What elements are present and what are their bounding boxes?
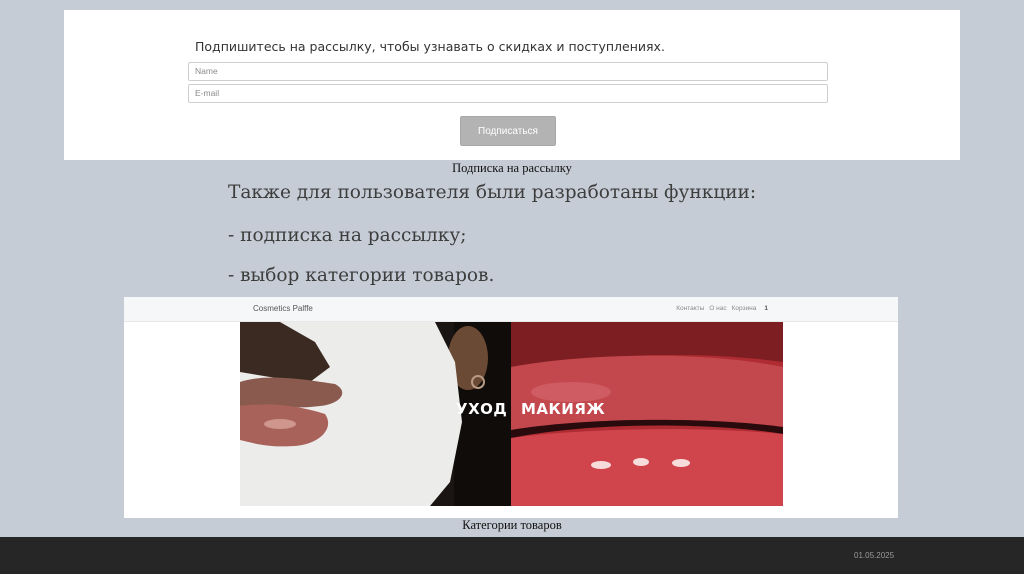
subscribe-heading: Подпишитесь на рассылку, чтобы узнавать …	[195, 39, 665, 54]
categories-panel: Cosmetics Palffe Контакты О нас Корзина …	[124, 297, 898, 518]
care-label: УХОД	[456, 400, 508, 418]
nav-link-contacts[interactable]: Контакты	[676, 305, 704, 312]
category-tile-care[interactable]: УХОД	[240, 322, 511, 506]
brand-logo-text[interactable]: Cosmetics Palffe	[253, 304, 313, 313]
functions-intro: Также для пользователя были разработаны …	[228, 182, 757, 203]
categories-caption: Категории товаров	[462, 518, 562, 532]
category-tile-makeup[interactable]: МАКИЯЖ	[511, 322, 783, 506]
site-navbar: Cosmetics Palffe Контакты О нас Корзина …	[124, 297, 898, 322]
subscribe-button[interactable]: Подписаться	[460, 116, 556, 146]
cart-count-badge: 1	[764, 305, 768, 312]
nav-links: Контакты О нас Корзина 1	[676, 305, 768, 312]
slide-footer: 01.05.2025	[0, 537, 1024, 574]
email-field[interactable]: E-mail	[188, 84, 828, 103]
subscribe-caption: Подписка на рассылку	[452, 161, 572, 175]
function-subscribe: - подписка на рассылку;	[228, 225, 467, 246]
nav-link-cart[interactable]: Корзина	[732, 305, 757, 312]
subscribe-form-panel: Подпишитесь на рассылку, чтобы узнавать …	[64, 10, 960, 160]
makeup-label: МАКИЯЖ	[521, 400, 606, 418]
nav-link-about[interactable]: О нас	[709, 305, 726, 312]
function-categories: - выбор категории товаров.	[228, 265, 495, 286]
name-field[interactable]: Name	[188, 62, 828, 81]
slide-date: 01.05.2025	[854, 551, 895, 560]
